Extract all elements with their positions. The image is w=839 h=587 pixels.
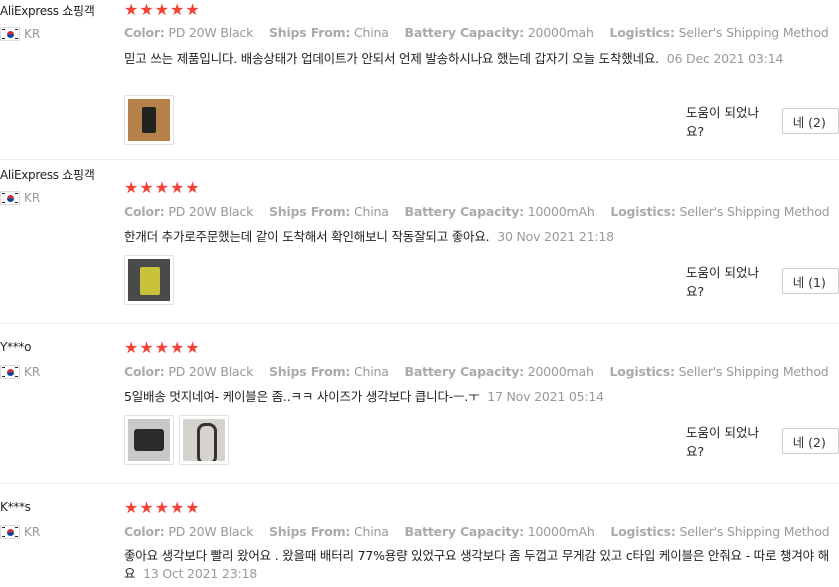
- attr-battery: Battery Capacity: 10000mAh: [404, 524, 595, 539]
- review-text: 믿고 쓰는 제품입니다. 배송상태가 업데이트가 안되서 언제 발송하시나요 했…: [124, 51, 784, 66]
- product-attributes: Color: PD 20W Black Ships From: China Ba…: [124, 524, 839, 539]
- attr-ships-from: Ships From: China: [268, 25, 389, 40]
- review-images: [124, 255, 174, 305]
- star-icon: ★: [185, 178, 200, 197]
- flag-kr-icon: [0, 525, 20, 539]
- star-icon: ★: [139, 338, 154, 357]
- attr-color: Color: PD 20W Black: [124, 524, 254, 539]
- reviewer-country: KR: [0, 525, 40, 539]
- reviewer-name: Y***o: [0, 340, 32, 354]
- review-text: 5일배송 멋지네여- 케이블은 좀..ㅋㅋ 사이즈가 생각보다 큽니다-ㅡ.ㅜ …: [124, 389, 604, 404]
- review-text: 한개더 추가로주문했는데 같이 도착해서 확인해보니 작동잘되고 좋아요. 30…: [124, 229, 614, 244]
- star-icon: ★: [185, 338, 200, 357]
- review-image-thumb[interactable]: [124, 255, 174, 305]
- attr-ships-from: Ships From: China: [268, 204, 389, 219]
- review-date: 30 Nov 2021 21:18: [497, 229, 614, 244]
- attr-logistics: Logistics: Seller's Shipping Method: [610, 204, 830, 219]
- review-item: AliExpress 쇼핑객 KR ★ ★ ★ ★ ★ Color: PD 20W Bl…: [0, 164, 839, 324]
- star-icon: ★: [154, 498, 170, 517]
- star-icon: ★: [139, 498, 154, 517]
- star-rating: ★ ★ ★ ★ ★: [124, 179, 200, 197]
- attr-logistics: Logistics: Seller's Shipping Method: [609, 364, 829, 379]
- star-icon: ★: [154, 178, 170, 197]
- review-image-thumb[interactable]: [124, 415, 174, 465]
- helpful-vote: 도움이 되었나요? 네 (2): [686, 422, 839, 460]
- star-icon: ★: [170, 178, 185, 197]
- star-icon: ★: [124, 0, 139, 19]
- flag-kr-icon: [0, 27, 20, 41]
- country-code: KR: [24, 525, 41, 539]
- star-icon: ★: [170, 0, 185, 19]
- star-icon: ★: [185, 0, 200, 19]
- reviewer-country: KR: [0, 27, 40, 41]
- country-code: KR: [24, 27, 41, 41]
- attr-color: Color: PD 20W Black: [124, 364, 254, 379]
- reviewer-country: KR: [0, 191, 40, 205]
- attr-logistics: Logistics: Seller's Shipping Method: [609, 25, 829, 40]
- country-code: KR: [24, 365, 41, 379]
- review-date: 17 Nov 2021 05:14: [487, 389, 604, 404]
- star-icon: ★: [124, 178, 139, 197]
- attr-battery: Battery Capacity: 10000mAh: [404, 204, 595, 219]
- star-rating: ★ ★ ★ ★ ★: [124, 499, 200, 517]
- attr-battery: Battery Capacity: 20000mah: [404, 364, 594, 379]
- attr-ships-from: Ships From: China: [268, 364, 389, 379]
- review-image-thumb[interactable]: [124, 95, 174, 145]
- star-icon: ★: [154, 0, 170, 19]
- helpful-vote: 도움이 되었나요? 네 (1): [686, 262, 839, 300]
- attr-logistics: Logistics: Seller's Shipping Method: [610, 524, 830, 539]
- product-attributes: Color: PD 20W Black Ships From: China Ba…: [124, 364, 839, 379]
- helpful-label: 도움이 되었나요?: [686, 265, 759, 299]
- attr-battery: Battery Capacity: 20000mah: [404, 25, 594, 40]
- review-date: 06 Dec 2021 03:14: [666, 51, 784, 66]
- reviewer-name: AliExpress 쇼핑객: [0, 4, 95, 18]
- country-code: KR: [24, 191, 41, 205]
- attr-ships-from: Ships From: China: [268, 524, 389, 539]
- review-item: AliExpress 쇼핑객 KR ★ ★ ★ ★ ★ Color: PD 20W Bl…: [0, 0, 839, 160]
- star-icon: ★: [154, 338, 170, 357]
- star-rating: ★ ★ ★ ★ ★: [124, 339, 200, 357]
- reviewer-name: AliExpress 쇼핑객: [0, 168, 95, 182]
- review-image-thumb[interactable]: [179, 415, 229, 465]
- star-icon: ★: [124, 498, 139, 517]
- review-date: 13 Oct 2021 23:18: [143, 566, 257, 581]
- reviewer-country: KR: [0, 365, 40, 379]
- review-item: Y***o KR ★ ★ ★ ★ ★ Color: PD 20W Black Ships…: [0, 324, 839, 484]
- helpful-yes-button[interactable]: 네 (2): [781, 108, 839, 134]
- review-text: 좋아요 생각보다 빨리 왔어요 . 왔을때 배터리 77%용량 있었구요 생각보…: [124, 548, 830, 581]
- helpful-yes-button[interactable]: 네 (2): [781, 428, 839, 454]
- review-item: K***s KR ★ ★ ★ ★ ★ Color: PD 20W Black Ships…: [0, 484, 839, 587]
- review-images: [124, 415, 229, 465]
- star-icon: ★: [139, 178, 154, 197]
- reviewer-name: K***s: [0, 500, 31, 514]
- helpful-vote: 도움이 되었나요? 네 (2): [686, 102, 839, 140]
- star-icon: ★: [139, 0, 154, 19]
- helpful-label: 도움이 되었나요?: [686, 425, 759, 459]
- product-attributes: Color: PD 20W Black Ships From: China Ba…: [124, 204, 839, 219]
- star-rating: ★ ★ ★ ★ ★: [124, 1, 200, 19]
- review-images: [124, 95, 174, 145]
- star-icon: ★: [170, 498, 185, 517]
- star-icon: ★: [185, 498, 200, 517]
- star-icon: ★: [170, 338, 185, 357]
- product-attributes: Color: PD 20W Black Ships From: China Ba…: [124, 25, 839, 40]
- helpful-yes-button[interactable]: 네 (1): [781, 268, 839, 294]
- flag-kr-icon: [0, 365, 20, 379]
- star-icon: ★: [124, 338, 139, 357]
- attr-color: Color: PD 20W Black: [124, 204, 254, 219]
- attr-color: Color: PD 20W Black: [124, 25, 254, 40]
- helpful-label: 도움이 되었나요?: [686, 105, 759, 139]
- flag-kr-icon: [0, 191, 20, 205]
